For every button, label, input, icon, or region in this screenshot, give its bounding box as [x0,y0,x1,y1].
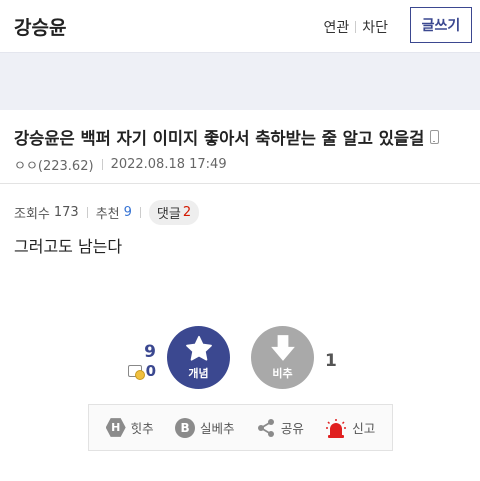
top-bar: 강승윤 연관 차단 글쓰기 [0,0,480,52]
hit-recommend-button[interactable]: H 힛추 [105,418,154,438]
post-date: 2022.08.18 17:49 [110,157,227,172]
section-divider [0,183,480,184]
divider [86,207,88,218]
top-links: 연관 차단 [323,17,388,37]
divider [355,21,357,33]
report-button[interactable]: 신고 [325,418,375,438]
divider [139,207,141,218]
best-recommend-button[interactable]: B 실베추 [175,417,235,438]
ad-banner [0,52,480,110]
arrow-down-icon [270,335,295,361]
post-meta: ㅇㅇ(223.62) 2022.08.18 17:49 [14,155,227,174]
downvote-button[interactable]: 비추 [251,326,314,389]
share-button[interactable]: 공유 [256,418,304,438]
block-link[interactable]: 차단 [362,17,388,37]
gallery-title[interactable]: 강승윤 [14,13,66,40]
action-bar: H 힛추 B 실베추 공유 신고 [88,404,393,451]
fixed-recommend: 0 [127,362,156,380]
upvote-label: 개념 [188,366,209,380]
write-button[interactable]: 글쓰기 [410,7,472,43]
fix-recommend-count: 0 [145,362,156,380]
share-label: 공유 [280,421,304,436]
comment-count: 2 [182,205,192,220]
comment-label: 댓글 [156,207,181,222]
best-icon: B [175,417,196,438]
post-title-text: 강승윤은 백퍼 자기 이미지 좋아서 축하받는 줄 알고 있을걸 [14,129,425,148]
author-name[interactable]: ㅇㅇ(223.62) [14,155,94,174]
recommend-count: 9 [123,205,132,220]
downvote-count: 1 [325,351,337,371]
fix-recommend-icon [127,365,145,380]
views-label: 조회수 [14,207,50,222]
related-link[interactable]: 연관 [323,17,349,37]
hit-label: 힛추 [130,421,154,436]
siren-icon [326,418,347,438]
views-count: 173 [53,205,79,220]
post-stats: 조회수 173 추천 9 댓글 2 [14,200,200,225]
hit-icon: H [105,418,126,437]
recommend-label: 추천 [95,207,120,222]
star-icon [185,335,212,361]
post-title: 강승윤은 백퍼 자기 이미지 좋아서 축하받는 줄 알고 있을걸 [14,125,440,149]
best-label: 실베추 [200,421,235,436]
comment-badge[interactable]: 댓글 2 [148,200,200,225]
upvote-count: 9 [144,342,156,362]
share-icon [257,418,274,437]
mobile-icon [430,130,440,144]
divider [101,159,103,170]
downvote-label: 비추 [272,367,293,380]
post-body: 그러고도 남는다 [14,237,123,256]
upvote-button[interactable]: 개념 [167,326,230,389]
report-label: 신고 [352,421,376,436]
